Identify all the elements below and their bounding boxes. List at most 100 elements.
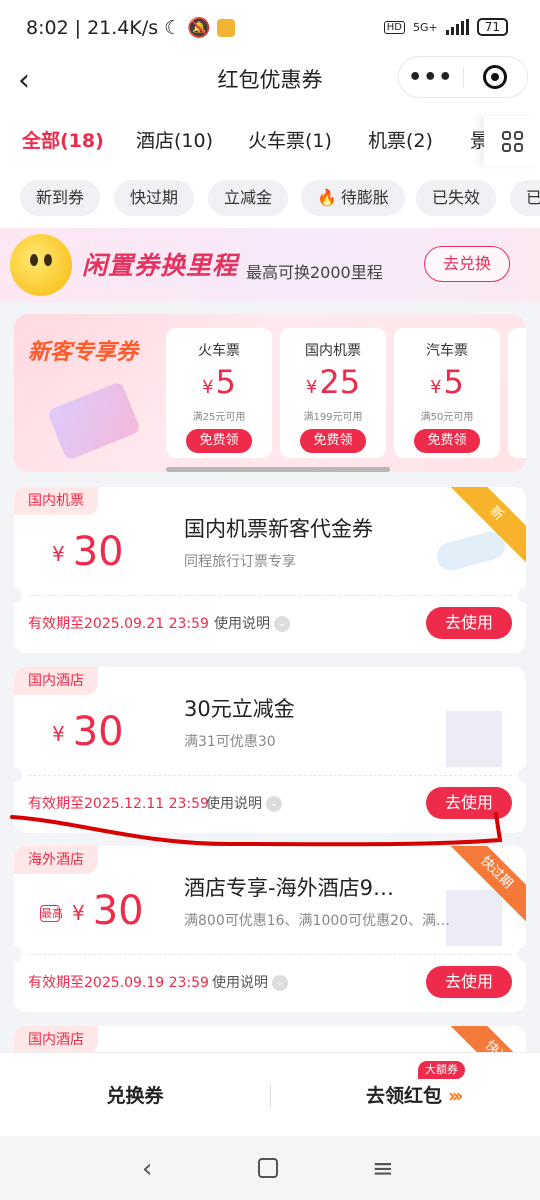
usage-rules-link[interactable]: 使用说明 ⌄ [212, 972, 288, 992]
flame-icon: 🔥 [317, 188, 337, 207]
network-speed: 21.4K/s [87, 16, 159, 39]
system-navigation-bar: ‹ ≡ [0, 1136, 540, 1200]
coupon-description: 同程旅行订票专享 [184, 554, 296, 570]
tab-all[interactable]: 全部(18) [22, 126, 104, 153]
chevron-down-icon: ⌄ [266, 796, 282, 812]
claim-free-button[interactable]: 免费领 [414, 429, 480, 453]
all-categories-button[interactable] [484, 116, 540, 166]
category-tabs: 全部(18) 酒店(10) 火车票(1) 机票(2) 景 [0, 108, 540, 170]
coupon-amount: ¥30 [52, 529, 124, 577]
currency-symbol: ¥ [305, 377, 318, 398]
signal-icon [445, 19, 469, 35]
coupon-expiry: 有效期至2025.09.21 23:59 [28, 616, 209, 632]
use-coupon-button[interactable]: 去使用 [426, 607, 512, 639]
filter-to-expand[interactable]: 🔥 待膨胀 [301, 180, 405, 216]
status-bar: 8:02 | 21.4K/s ☾ 🔕 HD 5G+ 71 [0, 0, 540, 56]
coupon-card[interactable]: 新 国内机票 ¥30 国内机票新客代金券 同程旅行订票专享 有效期至2025.0… [14, 487, 526, 653]
coupon-amount-value: 30 [72, 529, 124, 575]
use-coupon-button[interactable]: 去使用 [426, 966, 512, 998]
mini-program-capsule: ••• [398, 56, 528, 98]
filter-expired[interactable]: 已失效 [416, 180, 497, 216]
building-icon [446, 890, 502, 946]
hd-icon: HD [383, 20, 405, 34]
claim-free-button[interactable]: 免费领 [186, 429, 252, 453]
coupon-category-tag: 国内机票 [14, 487, 98, 515]
coupon-card[interactable]: 国内酒店 ¥30 30元立减金 满31可优惠30 有效期至2025.12.11 … [14, 667, 526, 833]
currency-symbol: ¥ [52, 722, 65, 746]
coupon-category-tag: 国内酒店 [14, 1026, 98, 1054]
mileage-exchange-banner[interactable]: 闲置券换里程 最高可换2000里程 去兑换 [0, 228, 540, 302]
status-separator: | [74, 16, 82, 39]
coupon-category-tag: 海外酒店 [14, 846, 98, 874]
usage-rules-label: 使用说明 [206, 796, 262, 812]
grid-icon [501, 130, 523, 152]
network-type: 5G+ [412, 20, 438, 34]
new-coupon-card[interactable]: 火车票 ¥5 满25元可用 免费领 [166, 328, 272, 458]
filter-expiring[interactable]: 快过期 [114, 180, 195, 216]
chevron-down-icon: ⌄ [272, 975, 288, 991]
new-coupon-card-partial[interactable] [508, 328, 526, 458]
app-notification-icon [216, 18, 235, 37]
promo-title: 闲置券换里程 [82, 251, 239, 280]
coupon-name: 酒店专享-海外酒店9… [184, 876, 394, 900]
new-customer-section: 新客专享券 火车票 ¥5 满25元可用 免费领 国内机票 ¥25 满199元可用… [14, 314, 526, 472]
coupon-name: 国内机票新客代金券 [184, 517, 373, 541]
exchange-button[interactable]: 去兑换 [424, 246, 510, 282]
tab-train[interactable]: 火车票(1) [248, 126, 332, 153]
nav-menu-icon[interactable]: ≡ [372, 1154, 394, 1184]
new-coupon-name: 汽车票 [426, 343, 468, 359]
mute-icon: 🔕 [187, 17, 211, 39]
coupon-description: 满31可优惠30 [184, 734, 276, 750]
currency-symbol: ¥ [72, 901, 85, 925]
coupon-card[interactable]: 快过期 海外酒店 最高 ¥30 酒店专享-海外酒店9… 满800可优惠16、满10… [14, 846, 526, 1012]
coupon-amount-value: 30 [72, 709, 124, 755]
exchange-coupon-button[interactable]: 兑换券 [0, 1081, 270, 1108]
close-mini-program-button[interactable] [464, 65, 528, 89]
new-coupon-card[interactable]: 国内机票 ¥25 满199元可用 免费领 [280, 328, 386, 458]
get-red-packet-button[interactable]: 去领红包 ››› [366, 1081, 463, 1108]
filter-instant-discount[interactable]: 立减金 [208, 180, 289, 216]
usage-rules-label: 使用说明 [212, 975, 268, 991]
use-coupon-button[interactable]: 去使用 [426, 787, 512, 819]
battery-indicator: 71 [476, 18, 508, 36]
nav-back-icon[interactable]: ‹ [142, 1154, 152, 1184]
airplane-icon [433, 528, 509, 574]
ticket-notch [14, 767, 22, 783]
new-coupon-condition: 满199元可用 [303, 412, 363, 423]
tab-hotel[interactable]: 酒店(10) [136, 126, 213, 153]
triple-chevron-icon: ››› [448, 1085, 463, 1107]
new-coupon-condition: 满50元可用 [420, 412, 474, 423]
claim-free-button[interactable]: 免费领 [300, 429, 366, 453]
usage-rules-link[interactable]: 使用说明 ⌄ [214, 613, 290, 633]
new-coupon-card[interactable]: 汽车票 ¥5 满50元可用 免费领 [394, 328, 500, 458]
ticket-notch [14, 587, 22, 603]
usage-rules-link[interactable]: 使用说明 ⌄ [206, 793, 282, 813]
ticket-notch [14, 946, 22, 962]
promo-subtitle: 最高可换2000里程 [246, 263, 383, 282]
tab-flight[interactable]: 机票(2) [368, 126, 433, 153]
coupon-category-tag: 国内酒店 [14, 667, 98, 695]
new-customer-title: 新客专享券 [28, 340, 139, 365]
coupon-divider [28, 954, 512, 955]
currency-symbol: ¥ [430, 377, 442, 398]
target-icon [483, 65, 508, 89]
filter-more[interactable]: 已 [510, 180, 540, 216]
new-coupon-name: 国内机票 [305, 343, 361, 359]
new-coupon-value: 5 [215, 363, 236, 401]
new-coupon-name: 火车票 [198, 343, 240, 359]
more-menu-button[interactable]: ••• [399, 65, 463, 90]
nav-home-icon[interactable] [258, 1158, 278, 1178]
usage-rules-label: 使用说明 [214, 616, 270, 632]
filter-chips: 新到券 快过期 立减金 🔥 待膨胀 已失效 已 [0, 170, 540, 228]
currency-symbol: ¥ [52, 542, 65, 566]
bottom-action-bar: 兑换券 大额券 去领红包 ››› [0, 1052, 540, 1136]
coupon-name: 30元立减金 [184, 697, 295, 721]
moon-icon: ☾ [164, 16, 182, 39]
horizontal-scroll-indicator [166, 467, 390, 472]
filter-new[interactable]: 新到券 [20, 180, 101, 216]
nav-bar: ‹ 红包优惠券 ••• [0, 56, 540, 108]
ticket-notch [518, 946, 526, 962]
bottom-divider [270, 1085, 271, 1107]
ticket-illustration [46, 380, 142, 462]
get-red-packet-label: 去领红包 [366, 1085, 443, 1107]
